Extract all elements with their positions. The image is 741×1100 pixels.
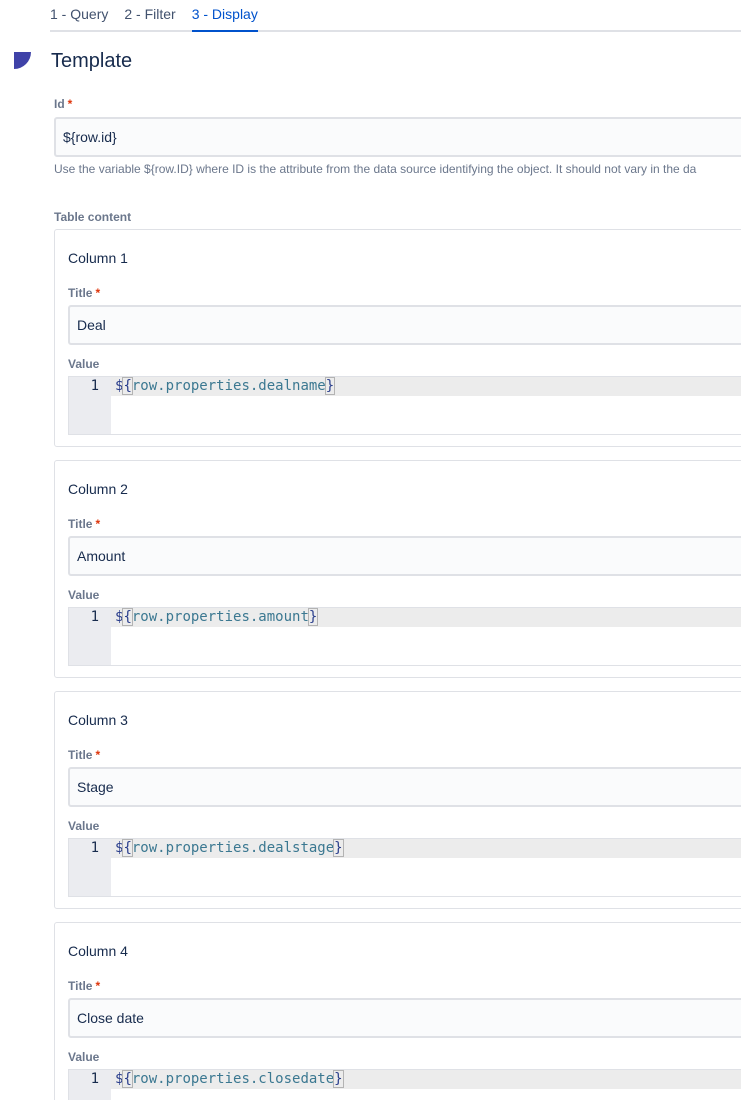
code-expression: row.properties.dealstage [131, 840, 335, 856]
column-heading: Column 3 [68, 712, 128, 728]
column-heading: Column 2 [68, 481, 128, 497]
column-heading: Column 1 [68, 250, 128, 266]
line-number: 1 [90, 1071, 99, 1087]
column-card-1: Column 1 Title * Deal Value 1 ${row.prope… [54, 229, 741, 447]
code-line[interactable]: ${row.properties.closedate} [111, 1070, 741, 1089]
title-input[interactable]: Deal [68, 305, 741, 345]
code-expression: row.properties.dealname [131, 378, 326, 394]
title-input[interactable]: Amount [68, 536, 741, 576]
title-label: Title * [68, 748, 100, 762]
value-label: Value [68, 588, 100, 602]
code-line[interactable]: ${row.properties.amount} [111, 608, 741, 627]
code-open-brace: { [122, 839, 133, 857]
code-close-brace: } [333, 1070, 344, 1088]
title-input[interactable]: Close date [68, 998, 741, 1038]
code-line[interactable]: ${row.properties.dealstage} [111, 839, 741, 858]
title-label-text: Title [68, 286, 93, 300]
value-label: Value [68, 357, 100, 371]
tab-filter[interactable]: 2 - Filter [124, 0, 175, 30]
id-input[interactable]: ${row.id} [54, 117, 741, 157]
tab-query[interactable]: 1 - Query [50, 0, 108, 30]
code-open-brace: { [122, 1070, 133, 1088]
title-label-text: Title [68, 748, 93, 762]
value-code-editor[interactable]: 1 ${row.properties.closedate} [68, 1069, 741, 1100]
editor-gutter: 1 [69, 1070, 111, 1100]
code-open-brace: { [122, 608, 133, 626]
title-label: Title * [68, 979, 100, 993]
column-card-3: Column 3 Title * Stage Value 1 ${row.prop… [54, 691, 741, 909]
title-label: Title * [68, 517, 100, 531]
title-label-text: Title [68, 517, 93, 531]
line-number: 1 [90, 609, 99, 625]
section-title: Template [51, 50, 133, 72]
value-code-editor[interactable]: 1 ${row.properties.dealstage} [68, 838, 741, 897]
required-marker: * [95, 286, 101, 300]
required-marker: * [95, 517, 101, 531]
editor-gutter: 1 [69, 377, 111, 434]
line-number: 1 [90, 378, 99, 394]
required-marker: * [67, 97, 73, 111]
editor-gutter: 1 [69, 839, 111, 896]
page: 1 - Query 2 - Filter 3 - Display Templat… [0, 0, 741, 1100]
code-close-brace: } [324, 377, 336, 395]
id-helper-text: Use the variable ${row.ID} where ID is t… [54, 162, 697, 176]
code-expression: row.properties.amount [131, 609, 309, 625]
value-code-editor[interactable]: 1 ${row.properties.amount} [68, 607, 741, 666]
column-heading: Column 4 [68, 943, 128, 959]
code-open-brace: { [122, 377, 133, 395]
title-label: Title * [68, 286, 100, 300]
id-label-text: Id [54, 97, 65, 111]
value-label: Value [68, 1050, 100, 1064]
required-marker: * [95, 979, 101, 993]
line-number: 1 [90, 840, 99, 856]
code-expression: row.properties.closedate [131, 1071, 335, 1087]
editor-gutter: 1 [69, 608, 111, 665]
column-card-2: Column 2 Title * Amount Value 1 ${row.pro… [54, 460, 741, 678]
title-label-text: Title [68, 979, 93, 993]
quarter-circle-icon [14, 52, 31, 69]
code-close-brace: } [307, 608, 319, 626]
value-code-editor[interactable]: 1 ${row.properties.dealname} [68, 376, 741, 435]
table-content-label: Table content [54, 210, 132, 224]
column-card-4: Column 4 Title * Close date Value 1 ${row… [54, 922, 741, 1100]
title-input[interactable]: Stage [68, 767, 741, 807]
value-label: Value [68, 819, 100, 833]
code-line[interactable]: ${row.properties.dealname} [111, 377, 741, 396]
tab-bar: 1 - Query 2 - Filter 3 - Display [50, 0, 741, 32]
required-marker: * [95, 748, 101, 762]
id-label: Id * [54, 97, 72, 111]
code-close-brace: } [333, 839, 344, 857]
tab-display[interactable]: 3 - Display [191, 0, 258, 32]
